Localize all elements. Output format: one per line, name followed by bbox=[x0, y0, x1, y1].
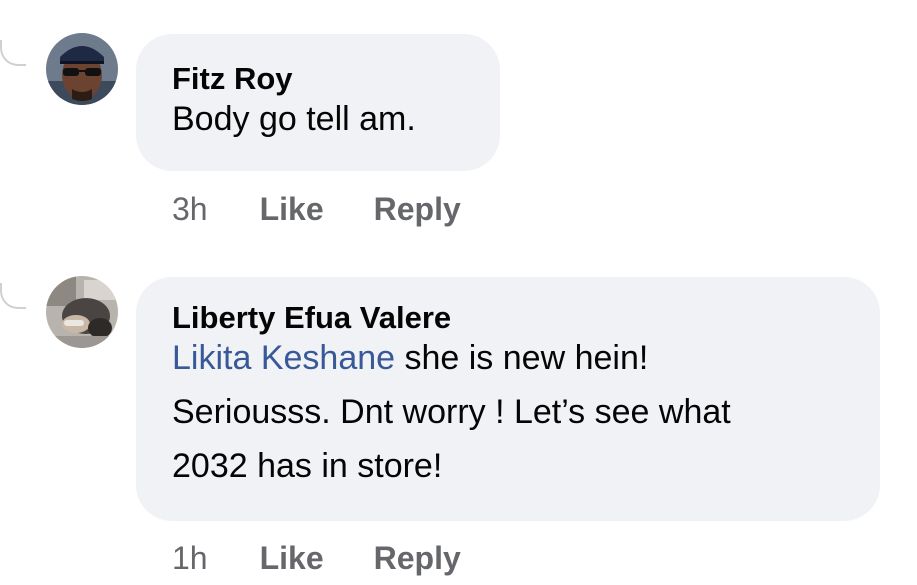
comment-actions: 1h Like Reply bbox=[172, 540, 461, 577]
mentioned-user-link[interactable]: Likita Keshane bbox=[172, 339, 395, 377]
avatar-photo-liberty-efua-valere bbox=[46, 276, 118, 348]
avatar-photo-fitz-roy bbox=[46, 33, 118, 105]
comment-text-segment: she is new hein! bbox=[395, 339, 649, 377]
comment-timestamp[interactable]: 1h bbox=[172, 540, 208, 577]
comment-bubble: Fitz Roy Body go tell am. bbox=[136, 34, 500, 171]
comment-text: Likita Keshane she is new hein! Seriouss… bbox=[172, 331, 844, 493]
thread-connector-line bbox=[0, 283, 26, 309]
comment-bubble: Liberty Efua Valere Likita Keshane she i… bbox=[136, 277, 880, 521]
comment-text-line: Seriousss. Dnt worry ! Let’s see what bbox=[172, 393, 731, 431]
comment-actions: 3h Like Reply bbox=[172, 191, 461, 228]
like-button[interactable]: Like bbox=[260, 540, 324, 577]
thread-connector-line bbox=[0, 40, 26, 66]
avatar[interactable] bbox=[46, 33, 118, 105]
comment-text-line: Likita Keshane she is new hein! bbox=[172, 331, 844, 385]
reply-button[interactable]: Reply bbox=[374, 540, 461, 577]
comment-text-content: Body go tell am. bbox=[172, 100, 416, 138]
avatar[interactable] bbox=[46, 276, 118, 348]
comment-text: Body go tell am. bbox=[172, 92, 464, 146]
comment-timestamp[interactable]: 3h bbox=[172, 191, 208, 228]
reply-button[interactable]: Reply bbox=[374, 191, 461, 228]
comment-text-line: 2032 has in store! bbox=[172, 447, 443, 485]
like-button[interactable]: Like bbox=[260, 191, 324, 228]
